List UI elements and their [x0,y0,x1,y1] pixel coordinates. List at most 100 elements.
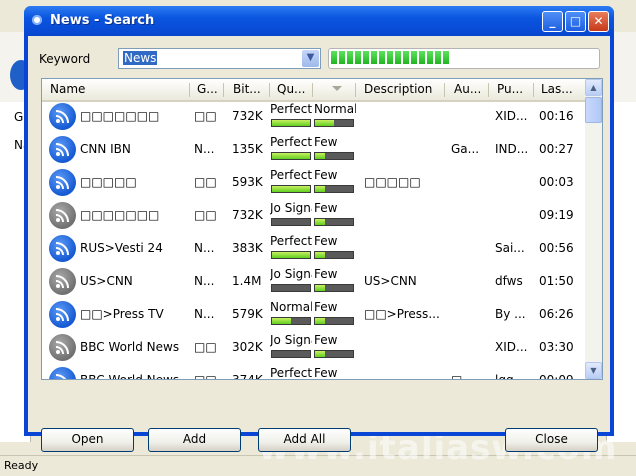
table-row[interactable]: □□□□□□□ □□ 732K Perfect Normal XID... 00:16 [42,100,585,133]
column-separator[interactable] [355,83,356,97]
quality-label: Perfect [270,366,312,379]
channel-bitrate: 732K [232,208,263,222]
add-button[interactable]: Add [148,428,241,452]
table-row[interactable]: BBC World News □□ 374K PerfectFew □... lgg 00:… [42,364,585,379]
channel-last-time: 00:16 [539,109,574,123]
column-separator[interactable] [488,83,489,97]
sources-bar [314,119,354,127]
scroll-thumb[interactable] [585,97,602,123]
progress-segment [443,51,449,64]
column-separator[interactable] [533,83,534,97]
rss-feed-icon [49,334,76,361]
sources-bar-fill [315,153,325,159]
channel-genre: □□ [194,109,217,123]
vertical-scrollbar[interactable]: ▲ ▼ [585,79,602,379]
chevron-down-icon[interactable]: ▼ [302,50,319,67]
keyword-value[interactable]: News [123,51,158,65]
column-separator[interactable] [269,83,270,97]
channel-name: □□□□□□□ [80,208,160,222]
progress-segment [395,51,401,64]
sources-bar-fill [315,252,325,258]
sources-bar-fill [315,351,325,357]
column-separator[interactable] [189,83,190,97]
rss-feed-icon [49,268,76,295]
table-row[interactable]: CNN IBN N... 135K Perfect Few Ga... IND... 00:2… [42,133,585,166]
sources-label: Few [314,201,338,215]
progress-segment [427,51,433,64]
column-header[interactable]: Qu... [277,82,317,96]
table-row[interactable]: RUS>Vesti 24 N... 383K Perfect Few Sai... 00:5… [42,232,585,265]
list-rows: □□□□□□□ □□ 732K Perfect Normal XID... 00:16 CNN… [42,100,585,379]
sources-bar-fill [315,120,334,126]
progress-segment [419,51,425,64]
title-bar[interactable]: News - Search _ □ ✕ [24,6,614,36]
rss-feed-icon [49,169,76,196]
results-list[interactable]: Name G... Bit... Qu... Description Au... Pu...… [41,78,603,380]
quality-label: Perfect [270,234,312,248]
quality-bar [271,218,311,226]
progress-segment [411,51,417,64]
channel-genre: N... [194,274,215,288]
open-button[interactable]: Open [41,428,134,452]
column-separator[interactable] [223,83,224,97]
close-button[interactable]: Close [505,428,598,452]
progress-segment [347,51,353,64]
table-row[interactable]: □□>Press TV N... 579K Normal Few □□>Press... B… [42,298,585,331]
table-row[interactable]: □□□□□□□□□732KJo SignaFew09:19 [42,199,585,232]
quality-label: Jo Signa [270,267,312,281]
channel-bitrate: 579K [232,307,263,321]
column-separator[interactable] [312,83,313,97]
progress-segment [355,51,361,64]
column-header[interactable]: Las... [541,82,581,96]
minimize-button[interactable]: _ [542,11,563,32]
channel-name: BBC World News [80,340,180,354]
channel-genre: □□ [194,208,217,222]
dialog-client-area: Keyword News ▼ Name G... Bit... Qu... Descri… [28,36,610,452]
column-header[interactable]: Name [50,82,190,96]
channel-publisher: lgg [495,373,531,379]
sources-bar-fill [315,219,325,225]
channel-bitrate: 374K [232,373,266,379]
quality-bar [271,152,311,160]
sources-label: Few [314,168,338,182]
quality-label: Jo Signa [270,201,312,215]
channel-publisher: IND... [495,142,529,156]
sources-bar-fill [315,318,325,324]
channel-publisher: Sai... [495,241,525,255]
sort-arrow-icon [332,86,342,91]
progress-segment [363,51,369,64]
channel-bitrate: 383K [232,241,263,255]
close-window-button[interactable]: ✕ [588,11,609,32]
channel-last-time: 00:03 [539,175,574,189]
keyword-combobox[interactable]: News ▼ [118,48,321,69]
quality-label: Perfect [270,168,312,182]
column-header[interactable]: Description [364,82,454,96]
sources-label: Few [314,333,338,347]
table-row[interactable]: US>CNN N... 1.4M Jo SignaFew US>CNN dfws 01:50 [42,265,585,298]
quality-bar-fill [272,153,310,159]
column-header[interactable]: Bit... [233,82,273,96]
channel-description: US>CNN [364,274,417,288]
sources-bar [314,218,354,226]
table-row[interactable]: BBC World News □□ 302K Jo SignaFew XID... 03:… [42,331,585,364]
progress-segment [331,51,337,64]
table-row[interactable]: □□□□□ □□ 593K Perfect Few □□□□□ 00:03 [42,166,585,199]
sources-bar [314,284,354,292]
quality-label: Jo Signa [270,333,312,347]
channel-publisher: dfws [495,274,523,288]
scroll-down-button[interactable]: ▼ [585,362,602,379]
maximize-button[interactable]: □ [565,11,586,32]
window-title: News - Search [50,13,155,28]
channel-bitrate: 302K [232,340,263,354]
sources-bar-fill [315,186,325,192]
keyword-label: Keyword [39,52,91,66]
column-header[interactable]: Pu... [497,82,537,96]
rss-feed-icon [49,235,76,262]
scroll-up-button[interactable]: ▲ [585,79,602,96]
add-all-button[interactable]: Add All [258,428,351,452]
column-separator[interactable] [444,83,445,97]
quality-bar [271,119,311,127]
channel-last-time: 00:27 [539,142,574,156]
progress-segment [371,51,377,64]
channel-publisher: XID... [495,109,528,123]
